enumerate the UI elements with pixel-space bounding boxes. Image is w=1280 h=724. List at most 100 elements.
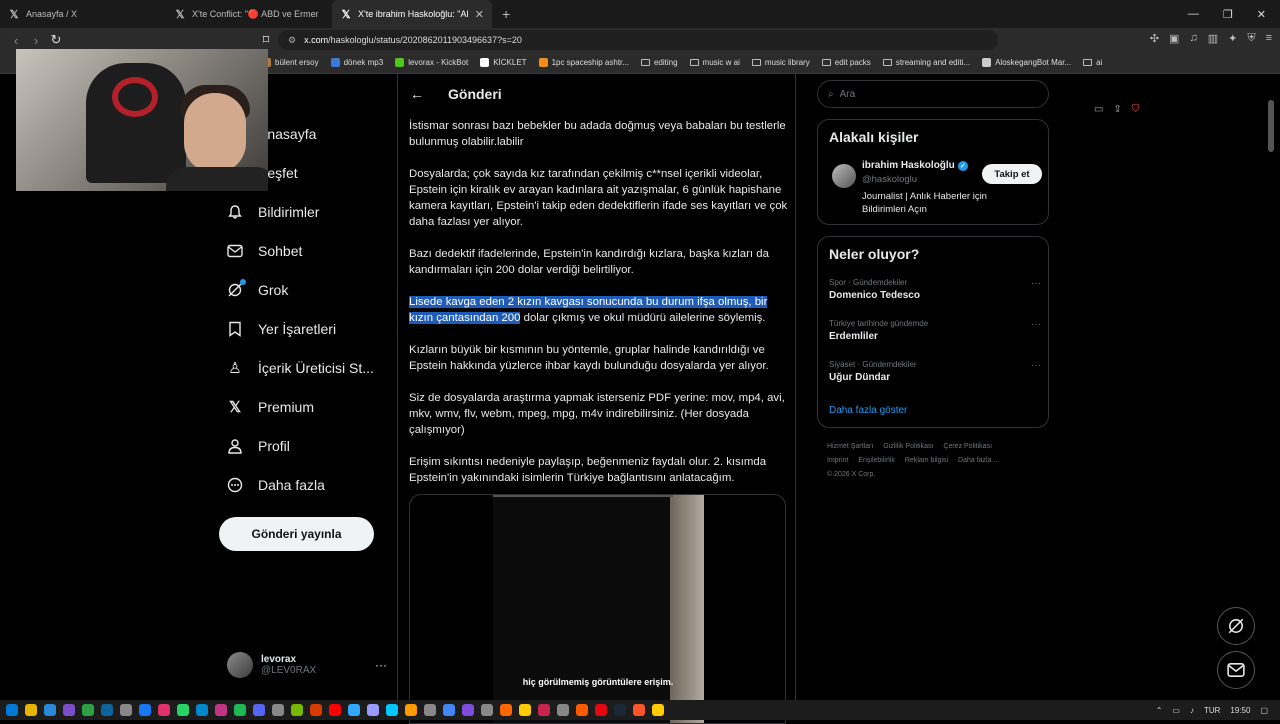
bookmark-page-icon[interactable]: ⌑: [256, 32, 276, 48]
page-scrollbar[interactable]: [1268, 100, 1274, 152]
taskbar-app-icon[interactable]: [462, 704, 474, 716]
taskbar-app-icon[interactable]: [291, 704, 303, 716]
taskbar-app-icon[interactable]: [44, 704, 56, 716]
more-dots-icon[interactable]: ···: [1031, 278, 1041, 289]
taskbar-app-icon[interactable]: [557, 704, 569, 716]
taskbar-app-icon[interactable]: [158, 704, 170, 716]
taskbar-app-icon[interactable]: [101, 704, 113, 716]
taskbar-app-icon[interactable]: [576, 704, 588, 716]
person-name[interactable]: ibrahim Haskoloğlu ✓: [862, 160, 968, 171]
music-icon[interactable]: ♫: [1189, 32, 1197, 45]
forward-nav-icon[interactable]: ›: [26, 33, 46, 48]
search-box[interactable]: ⌕: [817, 80, 1049, 108]
nav-item-bookmarks[interactable]: Yer İşaretleri: [226, 320, 336, 338]
browser-tab-active[interactable]: 𝕏 X'te ibrahim Haskoloğlu: "ABD A ✕: [332, 0, 492, 28]
taskbar-app-icon[interactable]: [386, 704, 398, 716]
taskbar-app-icon[interactable]: [633, 704, 645, 716]
taskbar-app-icon[interactable]: [310, 704, 322, 716]
bookmark-item[interactable]: dönek mp3: [330, 58, 383, 67]
taskbar-app-icon[interactable]: [614, 704, 626, 716]
bookmark-item[interactable]: music w ai: [689, 58, 740, 67]
taskbar-app-icon[interactable]: [538, 704, 550, 716]
nav-item-profile[interactable]: Profil: [226, 437, 290, 455]
taskbar-app-icon[interactable]: [405, 704, 417, 716]
taskbar-app-icon[interactable]: [500, 704, 512, 716]
bookmark-item[interactable]: AloskegangBot Mar...: [982, 58, 1071, 67]
nav-item-premium[interactable]: 𝕏 Premium: [226, 398, 314, 416]
close-window-icon[interactable]: ✕: [1257, 8, 1266, 21]
screen-icon[interactable]: ▭: [1094, 104, 1103, 115]
taskbar-app-icon[interactable]: [329, 704, 341, 716]
menu-icon[interactable]: ≡: [1266, 32, 1272, 45]
footer-link[interactable]: Hizmet Şartları: [827, 443, 873, 450]
footer-link[interactable]: Daha fazla ...: [958, 457, 999, 464]
url-field[interactable]: ⚙ x.com/haskologlu/status/20208620119034…: [278, 30, 1139, 115]
taskbar-app-icon[interactable]: [348, 704, 360, 716]
network-icon[interactable]: ▭: [1172, 706, 1180, 715]
maximize-icon[interactable]: ❐: [1223, 8, 1233, 21]
footer-link[interactable]: Erişilebilirlik: [858, 457, 895, 464]
volume-icon[interactable]: ♪: [1190, 706, 1194, 715]
taskbar-app-icon[interactable]: [443, 704, 455, 716]
tray-chevron-icon[interactable]: ⌃: [1156, 706, 1163, 715]
footer-link[interactable]: Çerez Politikası: [943, 443, 992, 450]
taskbar-app-icon[interactable]: [253, 704, 265, 716]
back-arrow-icon[interactable]: ←: [410, 86, 424, 102]
new-tab-button[interactable]: +: [492, 6, 520, 22]
nav-item-creator-studio[interactable]: ♙ İçerik Üreticisi St...: [226, 359, 374, 377]
reload-icon[interactable]: ↻: [46, 32, 66, 48]
language-indicator[interactable]: TUR: [1204, 706, 1220, 715]
taskbar-app-icon[interactable]: [25, 704, 37, 716]
brave-shield-icon[interactable]: ⛉: [1132, 104, 1140, 115]
close-tab-icon[interactable]: ✕: [475, 8, 484, 21]
grok-fab-button[interactable]: [1217, 607, 1255, 645]
more-dots-icon[interactable]: ···: [1031, 360, 1041, 371]
taskbar-app-icon[interactable]: [367, 704, 379, 716]
wallet-icon[interactable]: ▣: [1169, 32, 1179, 45]
more-dots-icon[interactable]: ···: [375, 658, 387, 672]
bookmark-item[interactable]: streaming and editi...: [882, 58, 970, 67]
bookmark-item[interactable]: KİCKLET: [480, 58, 527, 67]
bookmark-item[interactable]: bülent ersoy: [262, 58, 319, 67]
bookmark-item[interactable]: ai: [1083, 58, 1102, 67]
taskbar-app-icon[interactable]: [234, 704, 246, 716]
show-more-link[interactable]: Daha fazla göster: [829, 405, 907, 416]
post-video[interactable]: hiç görülmemiş görüntülere erişim.: [409, 494, 786, 724]
bookmark-item[interactable]: 1pc spaceship ashtr...: [538, 58, 629, 67]
notifications-icon[interactable]: ▢: [1260, 706, 1268, 715]
taskbar-app-icon[interactable]: [424, 704, 436, 716]
trend-item[interactable]: Siyaset · Gündemdekiler Uğur Dündar ···: [829, 360, 1041, 383]
taskbar-app-icon[interactable]: [272, 704, 284, 716]
taskbar-app-icon[interactable]: [196, 704, 208, 716]
taskbar-app-icon[interactable]: [519, 704, 531, 716]
nav-item-more[interactable]: Daha fazla: [226, 476, 325, 494]
trend-item[interactable]: Türkiye tarihinde gündemde Erdemliler ··…: [829, 319, 1041, 342]
browser-tab-home[interactable]: 𝕏 Anasayfa / X: [0, 0, 166, 28]
taskbar-app-icon[interactable]: [139, 704, 151, 716]
nav-item-notifications[interactable]: Bildirimler: [226, 203, 319, 221]
search-input[interactable]: [839, 88, 1020, 100]
site-info-icon[interactable]: ⚙: [288, 35, 296, 46]
minimize-icon[interactable]: —: [1188, 8, 1199, 21]
back-nav-icon[interactable]: ‹: [6, 33, 26, 48]
taskbar-app-icon[interactable]: [215, 704, 227, 716]
trend-item[interactable]: Spor · Gündemdekiler Domenico Tedesco ··…: [829, 278, 1041, 301]
bookmark-item[interactable]: levorax - KickBot: [395, 58, 468, 67]
bookmark-item[interactable]: editing: [640, 58, 678, 67]
more-dots-icon[interactable]: ···: [1031, 319, 1041, 330]
footer-link[interactable]: Reklam bilgisi: [905, 457, 948, 464]
taskbar-app-icon[interactable]: [595, 704, 607, 716]
browser-tab-conflict[interactable]: 𝕏 X'te Conflict: "🔴 ABD ve Ermenistan: [166, 0, 332, 28]
avatar[interactable]: [832, 164, 856, 188]
nav-item-grok[interactable]: Grok: [226, 279, 288, 299]
taskbar-app-icon[interactable]: [82, 704, 94, 716]
bookmark-item[interactable]: music library: [751, 58, 810, 67]
footer-link[interactable]: Gizlilik Politikası: [883, 443, 933, 450]
follow-button[interactable]: Takip et: [982, 164, 1042, 184]
account-switcher[interactable]: levorax @LEV0RAX ···: [227, 652, 387, 678]
leo-icon[interactable]: ✦: [1228, 32, 1237, 45]
clock[interactable]: 19:50: [1230, 706, 1250, 715]
vpn-icon[interactable]: ⛨: [1247, 32, 1255, 45]
post-button[interactable]: Gönderi yayınla: [219, 517, 374, 551]
messages-fab-button[interactable]: [1217, 651, 1255, 689]
